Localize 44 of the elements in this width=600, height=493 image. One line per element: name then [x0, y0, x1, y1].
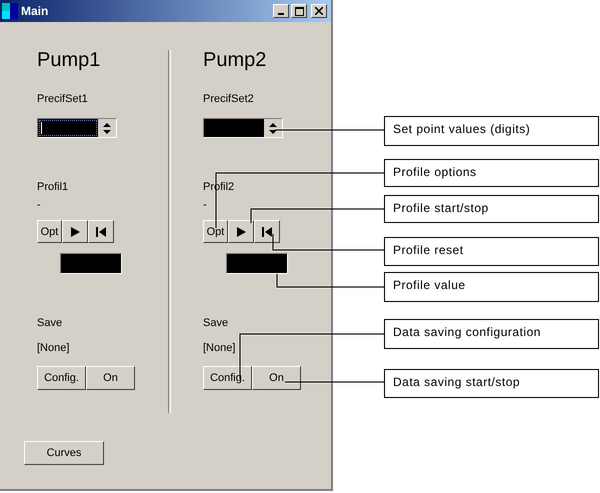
play-icon	[235, 226, 247, 238]
callout-label: Profile value	[384, 272, 599, 302]
save-label: Save	[203, 316, 228, 330]
callout-label: Profile start/stop	[384, 195, 599, 223]
setpoint-spinbox[interactable]	[37, 118, 117, 138]
play-icon	[69, 226, 81, 238]
reset-button[interactable]	[254, 220, 280, 243]
options-button[interactable]: Opt	[37, 220, 62, 243]
profile-value-display	[60, 253, 122, 274]
callout-label: Data saving start/stop	[384, 369, 599, 398]
saving-button[interactable]: On	[86, 366, 135, 390]
profile-value-display	[226, 253, 288, 274]
minimize-button[interactable]	[273, 4, 289, 18]
play-button[interactable]	[228, 220, 254, 243]
save-label: Save	[37, 316, 62, 330]
save-target: [None]	[37, 341, 70, 355]
curves-button[interactable]: Curves	[24, 441, 104, 465]
callout-label: Profile reset	[384, 237, 599, 266]
skip-back-icon	[95, 226, 107, 238]
pump-title: Pump2	[203, 48, 266, 72]
options-button[interactable]: Opt	[203, 220, 228, 243]
callout-label: Profile options	[384, 159, 599, 187]
setpoint-label: PrecifSet2	[203, 92, 254, 106]
reset-button[interactable]	[88, 220, 114, 243]
maximize-icon	[294, 6, 304, 16]
profile-status: -	[203, 198, 207, 212]
window-title: Main	[21, 4, 50, 18]
save-target: [None]	[203, 341, 236, 355]
saving-button[interactable]: On	[252, 366, 301, 390]
callout-label: Data saving configuration	[384, 319, 599, 349]
config-button[interactable]: Config.	[203, 366, 252, 390]
app-icon	[2, 3, 18, 19]
close-icon	[315, 7, 323, 15]
skip-back-icon	[261, 226, 273, 238]
profile-label: Profil1	[37, 180, 68, 194]
close-button[interactable]	[311, 4, 327, 18]
play-button[interactable]	[62, 220, 88, 243]
profile-status: -	[37, 198, 41, 212]
config-button[interactable]: Config.	[37, 366, 86, 390]
callout-label: Set point values (digits)	[384, 116, 599, 146]
setpoint-spinbox[interactable]	[203, 118, 283, 138]
setpoint-label: PrecifSet1	[37, 92, 88, 106]
maximize-button[interactable]	[291, 4, 307, 18]
pump-title: Pump1	[37, 48, 100, 72]
